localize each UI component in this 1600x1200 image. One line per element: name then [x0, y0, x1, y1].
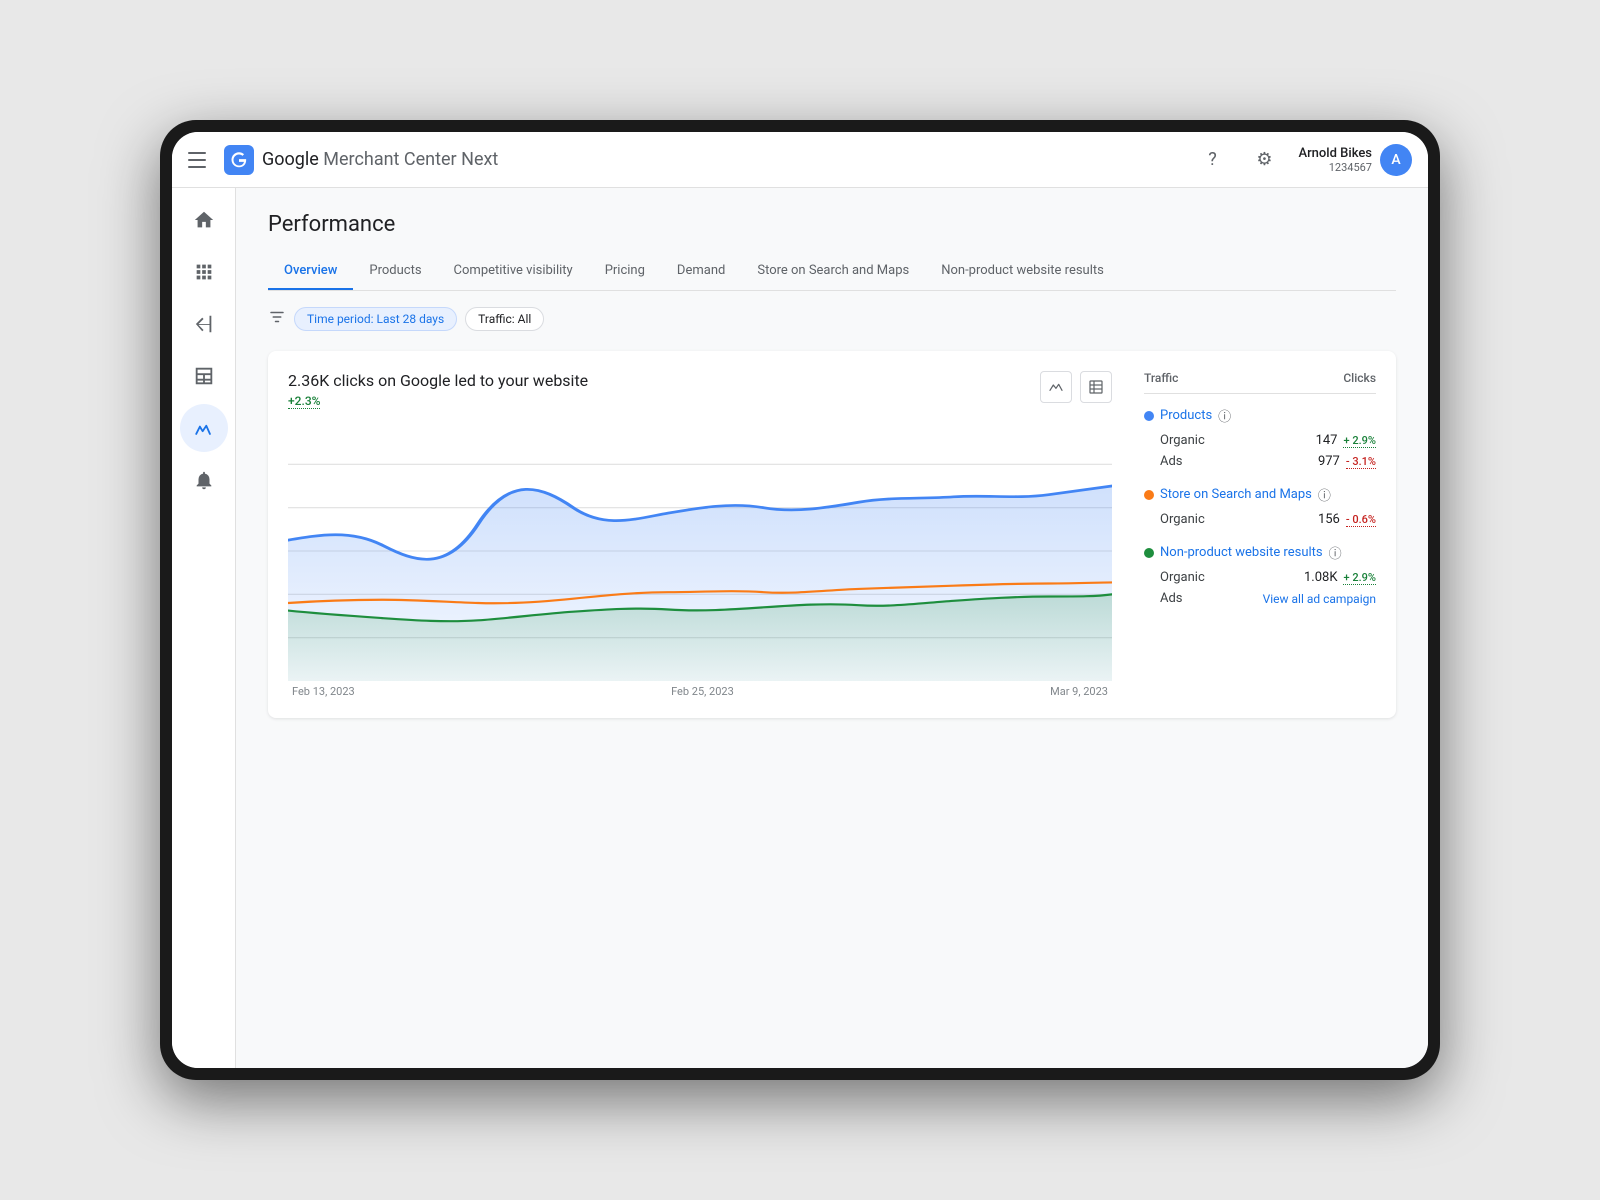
user-avatar[interactable]: A — [1380, 144, 1412, 176]
chart-svg-wrapper — [288, 421, 1112, 681]
app-title: Google Merchant Center Next — [262, 149, 498, 170]
sidebar-item-analytics[interactable] — [180, 404, 228, 452]
chart-title: 2.36K clicks on Google led to your websi… — [288, 371, 588, 390]
tab-store[interactable]: Store on Search and Maps — [741, 253, 925, 290]
help-icon: ? — [1208, 149, 1217, 170]
store-organic-value: 156 — [1318, 512, 1340, 527]
nonproduct-organic-label: Organic — [1160, 570, 1205, 585]
sidebar-item-notifications[interactable] — [180, 456, 228, 504]
store-link[interactable]: Store on Search and Maps — [1160, 487, 1312, 503]
dot-green — [1144, 548, 1154, 558]
logo-area: Google Merchant Center Next — [224, 145, 1182, 175]
device-frame: Google Merchant Center Next ? ⚙ Arnold B… — [160, 120, 1440, 1080]
page-title: Performance — [268, 212, 1396, 237]
dot-orange — [1144, 490, 1154, 500]
user-name: Arnold Bikes — [1298, 146, 1372, 161]
nonproduct-organic-value: 1.08K — [1304, 570, 1338, 585]
nonproduct-ads-values: View all ad campaign — [1263, 592, 1376, 606]
store-organic-row: Organic 156 - 0.6% — [1144, 512, 1376, 527]
store-help-icon[interactable]: ⓘ — [1318, 485, 1331, 504]
tab-pricing[interactable]: Pricing — [589, 253, 661, 290]
filter-bar: Time period: Last 28 days Traffic: All — [268, 307, 1396, 331]
sidebar-item-table[interactable] — [180, 352, 228, 400]
sidebar-item-home[interactable] — [180, 196, 228, 244]
nonproduct-link[interactable]: Non-product website results — [1160, 545, 1323, 561]
products-organic-label: Organic — [1160, 433, 1205, 448]
top-bar: Google Merchant Center Next ? ⚙ Arnold B… — [172, 132, 1428, 188]
x-label-end: Mar 9, 2023 — [1050, 685, 1108, 698]
screen: Google Merchant Center Next ? ⚙ Arnold B… — [172, 132, 1428, 1068]
content-area: Performance Overview Products Competitiv… — [236, 188, 1428, 1068]
settings-icon: ⚙ — [1256, 149, 1272, 170]
products-link[interactable]: Products — [1160, 408, 1212, 424]
store-organic-values: 156 - 0.6% — [1318, 512, 1376, 527]
sidebar-item-marketing[interactable] — [180, 300, 228, 348]
store-organic-change: - 0.6% — [1346, 513, 1376, 527]
chart-line-btn[interactable] — [1040, 371, 1072, 403]
sidebar — [172, 188, 236, 1068]
store-organic-label: Organic — [1160, 512, 1205, 527]
chart-table-btn[interactable] — [1080, 371, 1112, 403]
products-ads-label: Ads — [1160, 454, 1183, 469]
settings-button[interactable]: ⚙ — [1246, 142, 1282, 178]
x-label-mid: Feb 25, 2023 — [671, 685, 734, 698]
nonproduct-ads-label: Ads — [1160, 591, 1183, 606]
panel-section-products: Products ⓘ Organic 147 + 2.9% — [1144, 406, 1376, 469]
user-id: 1234567 — [1298, 161, 1372, 174]
tab-nonproduct[interactable]: Non-product website results — [925, 253, 1120, 290]
hamburger-menu-button[interactable] — [188, 148, 212, 172]
panel-section-store: Store on Search and Maps ⓘ Organic 156 -… — [1144, 485, 1376, 527]
user-info[interactable]: Arnold Bikes 1234567 A — [1298, 144, 1412, 176]
right-panel: Traffic Clicks Products ⓘ Organic — [1136, 371, 1376, 698]
help-button[interactable]: ? — [1194, 142, 1230, 178]
nonproduct-organic-change: + 2.9% — [1343, 571, 1376, 585]
chart-card: 2.36K clicks on Google led to your websi… — [268, 351, 1396, 718]
dot-blue — [1144, 411, 1154, 421]
google-logo-icon — [224, 145, 254, 175]
traffic-filter[interactable]: Traffic: All — [465, 307, 544, 331]
tabs: Overview Products Competitive visibility… — [268, 253, 1396, 291]
products-ads-values: 977 - 3.1% — [1318, 454, 1376, 469]
filter-icon — [268, 308, 286, 330]
products-ads-change: - 3.1% — [1346, 455, 1376, 469]
tab-competitive[interactable]: Competitive visibility — [438, 253, 589, 290]
header-actions: ? ⚙ Arnold Bikes 1234567 A — [1194, 142, 1412, 178]
user-text: Arnold Bikes 1234567 — [1298, 146, 1372, 174]
panel-header-traffic: Traffic — [1144, 371, 1178, 385]
products-organic-values: 147 + 2.9% — [1316, 433, 1376, 448]
products-ads-row: Ads 977 - 3.1% — [1144, 454, 1376, 469]
nonproduct-organic-row: Organic 1.08K + 2.9% — [1144, 570, 1376, 585]
chart-header: 2.36K clicks on Google led to your websi… — [288, 371, 588, 409]
tab-overview[interactable]: Overview — [268, 253, 353, 290]
panel-section-title-nonproduct: Non-product website results ⓘ — [1144, 543, 1376, 562]
chart-change: +2.3% — [288, 394, 320, 409]
chart-area: 2.36K clicks on Google led to your websi… — [288, 371, 1112, 698]
products-help-icon[interactable]: ⓘ — [1218, 406, 1231, 425]
chart-x-labels: Feb 13, 2023 Feb 25, 2023 Mar 9, 2023 — [288, 685, 1112, 698]
chart-controls — [1040, 371, 1112, 403]
time-period-filter[interactable]: Time period: Last 28 days — [294, 307, 457, 331]
main-layout: Performance Overview Products Competitiv… — [172, 188, 1428, 1068]
tab-demand[interactable]: Demand — [661, 253, 741, 290]
view-all-campaign-link[interactable]: View all ad campaign — [1263, 592, 1376, 606]
panel-header: Traffic Clicks — [1144, 371, 1376, 394]
nonproduct-ads-row: Ads View all ad campaign — [1144, 591, 1376, 606]
panel-section-title-store: Store on Search and Maps ⓘ — [1144, 485, 1376, 504]
x-label-start: Feb 13, 2023 — [292, 685, 355, 698]
products-organic-value: 147 — [1316, 433, 1338, 448]
tab-products[interactable]: Products — [353, 253, 437, 290]
nonproduct-organic-values: 1.08K + 2.9% — [1304, 570, 1376, 585]
nonproduct-help-icon[interactable]: ⓘ — [1329, 543, 1342, 562]
sidebar-item-products[interactable] — [180, 248, 228, 296]
products-organic-change: + 2.9% — [1343, 434, 1376, 448]
panel-header-clicks: Clicks — [1343, 371, 1376, 385]
panel-section-title-products: Products ⓘ — [1144, 406, 1376, 425]
products-ads-value: 977 — [1318, 454, 1340, 469]
products-organic-row: Organic 147 + 2.9% — [1144, 433, 1376, 448]
panel-section-nonproduct: Non-product website results ⓘ Organic 1.… — [1144, 543, 1376, 606]
